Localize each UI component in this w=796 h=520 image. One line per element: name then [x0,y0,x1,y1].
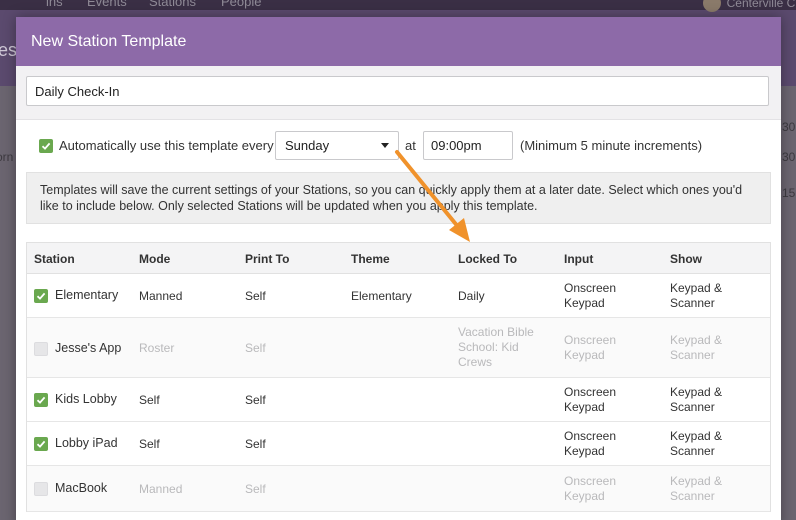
station-checkbox[interactable] [34,341,48,356]
table-row[interactable]: Jesse's App Roster Self Vacation Bible S… [27,318,770,378]
input-cell: Onscreen Keypad [564,385,617,414]
mode-cell: Roster [139,341,175,355]
background-edge-text: 30 [782,150,796,164]
template-name-input[interactable] [26,76,769,106]
chevron-down-icon [381,143,389,148]
print-to-cell: Self [245,482,266,496]
station-checkbox[interactable] [34,436,48,451]
background-user-menu[interactable]: Centerville Ch [702,0,796,12]
show-cell: Keypad & Scanner [670,281,723,310]
background-nav-brand: ins [46,0,63,9]
background-nav-stations[interactable]: Stations [149,0,196,9]
time-hint: (Minimum 5 minute increments) [520,138,703,153]
background-edge-text: 15 [782,186,796,200]
station-name: Elementary [55,288,119,302]
modal-header: New Station Template [16,17,781,66]
mode-cell: Self [139,393,160,407]
auto-schedule-checkbox[interactable] [39,139,53,153]
time-input[interactable] [423,131,513,160]
header-theme: Theme [351,252,390,266]
show-cell: Keypad & Scanner [670,429,723,458]
station-cell: Kids Lobby [34,392,117,407]
locked-to-cell: Daily [458,289,485,303]
header-show: Show [670,252,702,266]
station-cell: Lobby iPad [34,436,118,451]
station-cell: Jesse's App [34,341,121,356]
station-name: Jesse's App [55,341,122,355]
background-nav-people[interactable]: People [221,0,261,9]
input-cell: Onscreen Keypad [564,474,617,503]
checkmark-icon [41,142,51,150]
mode-cell: Self [139,437,160,451]
header-locked-to: Locked To [458,252,518,266]
locked-to-cell: Vacation Bible School: Kid Crews [458,325,534,369]
station-name: MacBook [55,481,108,495]
avatar [702,0,721,12]
station-name: Lobby iPad [55,436,118,450]
day-select-value: Sunday [285,138,330,153]
header-input: Input [564,252,594,266]
auto-schedule-label: Automatically use this template every [59,138,274,153]
table-row[interactable]: Kids Lobby Self Self Onscreen Keypad Key… [27,378,770,422]
show-cell: Keypad & Scanner [670,385,723,414]
print-to-cell: Self [245,341,266,355]
day-select[interactable]: Sunday [275,131,399,160]
stations-table: Station Mode Print To Theme Locked To In… [26,242,771,512]
checkmark-icon [36,440,46,448]
station-checkbox[interactable] [34,288,48,303]
theme-cell: Elementary [351,289,412,303]
at-label: at [405,138,416,153]
mode-cell: Manned [139,289,183,303]
table-row[interactable]: Elementary Manned Self Elementary Daily … [27,274,770,318]
station-cell: Elementary [34,288,118,303]
info-box: Templates will save the current settings… [26,172,771,224]
station-checkbox[interactable] [34,481,48,496]
show-cell: Keypad & Scanner [670,333,723,362]
station-checkbox[interactable] [34,392,48,407]
print-to-cell: Self [245,289,266,303]
modal-title: New Station Template [31,32,187,50]
input-cell: Onscreen Keypad [564,281,617,310]
info-text: Templates will save the current settings… [40,183,743,213]
header-station: Station [34,252,75,266]
mode-cell: Manned [139,482,183,496]
table-header: Station Mode Print To Theme Locked To In… [27,243,770,274]
station-cell: MacBook [34,481,107,496]
input-cell: Onscreen Keypad [564,429,617,458]
background-user-name: Centerville Ch [726,0,796,10]
background-edge-text: es [0,40,18,60]
template-name-section [16,66,781,120]
background-nav-events[interactable]: Events [87,0,127,9]
background-edge-text: orn [0,150,14,164]
print-to-cell: Self [245,393,266,407]
header-mode: Mode [139,252,171,266]
checkmark-icon [36,292,46,300]
table-row[interactable]: Lobby iPad Self Self Onscreen Keypad Key… [27,422,770,466]
background-edge-text: 30 [782,120,796,134]
auto-schedule-row: Automatically use this template every Su… [16,131,781,161]
checkmark-icon [36,396,46,404]
station-name: Kids Lobby [55,392,117,406]
new-station-template-modal: New Station Template Automatically use t… [16,17,781,520]
header-print-to: Print To [245,252,290,266]
table-row[interactable]: MacBook Manned Self Onscreen Keypad Keyp… [27,466,770,512]
print-to-cell: Self [245,437,266,451]
input-cell: Onscreen Keypad [564,333,617,362]
show-cell: Keypad & Scanner [670,474,723,503]
